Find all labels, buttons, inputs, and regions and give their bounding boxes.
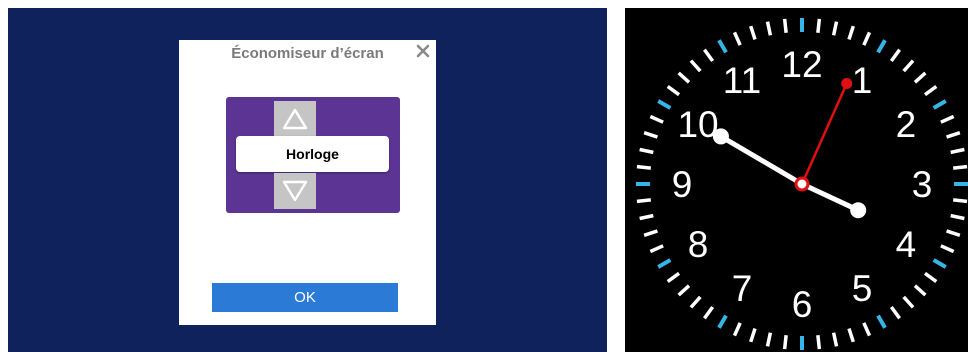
clock-number: 3 (912, 164, 933, 205)
clock-tick (657, 258, 672, 269)
clock-tick (717, 314, 728, 329)
hour-hand-tip (850, 202, 867, 219)
clock-tick (847, 25, 855, 40)
clock-tick (732, 31, 742, 46)
clock-tick (732, 322, 742, 337)
dialog-title: Économiseur d’écran (231, 45, 384, 62)
picker-value[interactable]: Horloge (236, 136, 389, 172)
clock-tick (902, 59, 915, 73)
screensaver-picker: Horloge (226, 97, 400, 213)
clock-tick (862, 322, 872, 337)
clock-tick (703, 305, 715, 320)
screensaver-dialog: Économiseur d’écran Horloge OK (179, 40, 436, 325)
clock-tick (940, 244, 955, 254)
clock-tick (717, 39, 728, 54)
clock-tick (950, 147, 965, 155)
clock-tick (913, 71, 927, 84)
second-hand-tip (841, 78, 853, 90)
clock-tick (689, 59, 702, 73)
clock-number: 1 (852, 60, 873, 101)
clock-tick (913, 284, 927, 297)
clock-tick (689, 295, 702, 309)
clock-tick (831, 21, 839, 36)
clock-tick (636, 198, 652, 204)
clock-tick (950, 213, 965, 221)
left-panel: Économiseur d’écran Horloge OK (8, 8, 607, 352)
clock-preview: 12 1 2 3 4 5 6 7 8 9 10 11 (625, 8, 968, 352)
clock-number: 12 (781, 44, 822, 85)
clock-tick (889, 48, 901, 63)
clock-tick (666, 271, 681, 283)
clock-number: 5 (852, 268, 873, 309)
clock-tick (889, 305, 901, 320)
clock-tick (639, 213, 654, 221)
clock-tick (643, 229, 658, 237)
clock-tick (643, 131, 658, 139)
arrow-up-icon[interactable] (274, 101, 316, 137)
minute-hand (718, 133, 805, 187)
clock-tick (932, 258, 947, 269)
clock-tick (816, 334, 822, 350)
clock-tick (782, 334, 788, 350)
clock-tick (940, 114, 955, 124)
clock-tick (649, 114, 664, 124)
clock-tick (876, 314, 887, 329)
clock-tick (862, 31, 872, 46)
clock-number: 4 (896, 224, 917, 265)
clock-tick (749, 328, 757, 343)
clock-tick (831, 332, 839, 347)
clock-tick (923, 85, 938, 97)
close-icon[interactable] (414, 42, 432, 60)
clock-number: 11 (723, 60, 761, 101)
clock-number: 10 (677, 104, 718, 145)
clock-tick (703, 48, 715, 63)
clock-tick (677, 71, 691, 84)
clock-tick (666, 85, 681, 97)
hour-hand (799, 181, 861, 213)
clock-tick (816, 18, 822, 34)
clock-tick (902, 295, 915, 309)
second-hand (800, 83, 848, 185)
clock-number: 8 (688, 224, 709, 265)
clock-tick (765, 332, 773, 347)
analog-clock: 12 12 3 45678 9 1011 (636, 18, 968, 350)
clock-tick (657, 99, 672, 110)
clock-tick (639, 147, 654, 155)
clock-tick (782, 18, 788, 34)
arrow-down-icon[interactable] (274, 173, 316, 209)
clock-tick (923, 271, 938, 283)
clock-tick (876, 39, 887, 54)
clock-tick (765, 21, 773, 36)
clock-number: 7 (732, 268, 753, 309)
clock-tick (946, 229, 961, 237)
clock-tick (649, 244, 664, 254)
clock-number: 6 (792, 284, 813, 325)
clock-tick (847, 328, 855, 343)
clock-number: 9 (672, 164, 693, 205)
clock-tick (946, 131, 961, 139)
clock-tick (952, 164, 968, 170)
minute-hand-tip (712, 128, 729, 145)
clock-tick (932, 99, 947, 110)
clock-tick (636, 164, 652, 170)
clock-tick (952, 198, 968, 204)
clock-tick (677, 284, 691, 297)
clock-center-cap (794, 176, 810, 192)
clock-number: 2 (896, 104, 917, 145)
ok-button[interactable]: OK (212, 283, 398, 312)
clock-tick (749, 25, 757, 40)
